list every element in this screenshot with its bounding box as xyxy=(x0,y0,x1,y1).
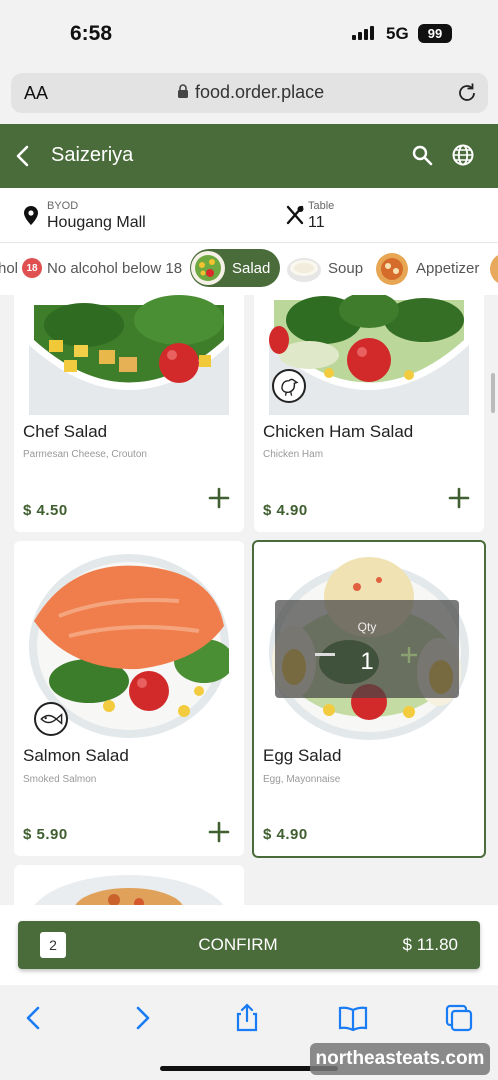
tab-no-alcohol-below-18[interactable]: 18 No alcohol below 18 xyxy=(22,249,182,287)
quantity-value: 1 xyxy=(360,648,374,675)
tab-label: No alcohol below 18 xyxy=(47,259,183,277)
tab-label: Soup xyxy=(328,259,364,277)
location-pin-icon xyxy=(24,206,38,225)
menu-item-card[interactable] xyxy=(14,865,244,905)
menu-item-card[interactable]: Salmon Salad Smoked Salmon $ 5.90 xyxy=(14,541,244,856)
search-icon[interactable] xyxy=(411,144,433,166)
table-label: Table xyxy=(308,200,335,212)
item-name: Chicken Ham Salad xyxy=(263,422,414,441)
text-size-button[interactable]: AA xyxy=(24,83,48,104)
tabs-icon[interactable] xyxy=(443,1002,475,1034)
tab-soup[interactable]: Soup xyxy=(286,249,363,287)
app-header: Saizeriya xyxy=(0,124,498,188)
item-description: Parmesan Cheese, Crouton xyxy=(23,449,147,460)
mode-label: BYOD xyxy=(47,200,79,212)
menu-item-card[interactable]: Chicken Ham Salad Chicken Ham $ 4.90 xyxy=(254,295,484,532)
signal-icon xyxy=(352,26,374,40)
add-icon[interactable] xyxy=(208,821,230,843)
table-number: 11 xyxy=(308,214,325,231)
cart-footer: 2 CONFIRM $ 11.80 xyxy=(0,905,498,985)
cart-total: $ 11.80 xyxy=(402,935,458,954)
browser-back-icon[interactable] xyxy=(18,1002,50,1034)
address-bar[interactable]: AA food.order.place xyxy=(11,73,488,113)
tab-label: Appetizer xyxy=(416,259,480,277)
chicken-icon xyxy=(272,369,306,403)
quantity-stepper[interactable]: Qty 1 xyxy=(275,600,459,698)
location-name: Hougang Mall xyxy=(47,214,146,231)
lock-icon xyxy=(178,84,188,98)
tab-salad[interactable]: Salad xyxy=(190,249,281,287)
item-description: Egg, Mayonnaise xyxy=(263,774,341,785)
utensils-icon xyxy=(286,205,304,225)
item-price: $ 4.50 xyxy=(23,502,68,519)
scrollbar[interactable] xyxy=(491,373,495,413)
age-18-icon: 18 xyxy=(22,258,42,278)
url-text[interactable]: food.order.place xyxy=(195,82,324,103)
category-tabs: hol 18 No alcohol below 18 Salad Soup Ap… xyxy=(0,243,498,295)
confirm-button[interactable]: 2 CONFIRM $ 11.80 xyxy=(18,921,480,969)
item-name: Egg Salad xyxy=(263,746,342,765)
status-time: 6:58 xyxy=(70,22,113,45)
quantity-label: Qty xyxy=(357,620,377,634)
back-arrow-icon[interactable] xyxy=(14,144,32,168)
fish-icon xyxy=(34,702,68,736)
bookmarks-icon[interactable] xyxy=(337,1002,369,1034)
menu-item-card-selected[interactable]: Qty 1 Egg Salad Egg, Mayonnaise $ 4.90 xyxy=(252,540,486,858)
add-icon[interactable] xyxy=(448,487,470,509)
tab-next[interactable] xyxy=(488,249,498,287)
confirm-label: CONFIRM xyxy=(198,935,278,954)
reload-icon[interactable] xyxy=(456,82,478,104)
increase-quantity-button[interactable] xyxy=(399,645,419,665)
network-type: 5G xyxy=(386,24,409,43)
item-description: Chicken Ham xyxy=(263,449,324,460)
item-price: $ 5.90 xyxy=(23,826,68,843)
salad-thumbnail xyxy=(191,251,225,285)
item-name: Salmon Salad xyxy=(23,746,129,765)
menu-item-card[interactable]: Chef Salad Parmesan Cheese, Crouton $ 4.… xyxy=(14,295,244,532)
order-info-bar: BYOD Hougang Mall Table 11 xyxy=(0,188,498,243)
next-item-photo xyxy=(29,865,229,905)
item-price: $ 4.90 xyxy=(263,502,308,519)
battery-icon: 99 xyxy=(418,24,452,43)
watermark: northeasteats.com xyxy=(310,1043,490,1075)
chef-salad-photo xyxy=(29,295,229,415)
soup-thumbnail xyxy=(287,258,321,282)
item-description: Smoked Salmon xyxy=(23,774,97,785)
tab-appetizer[interactable]: Appetizer xyxy=(374,249,479,287)
restaurant-title: Saizeriya xyxy=(51,144,134,166)
item-name: Chef Salad xyxy=(23,422,108,441)
tab-alcohol[interactable]: hol xyxy=(0,249,18,287)
ios-status-bar: 6:58 5G 99 xyxy=(0,0,498,66)
tab-label: Salad xyxy=(232,259,271,277)
menu-list: Chef Salad Parmesan Cheese, Crouton $ 4.… xyxy=(0,295,498,905)
share-icon[interactable] xyxy=(231,1002,263,1034)
browser-forward-icon[interactable] xyxy=(126,1002,158,1034)
item-price: $ 4.90 xyxy=(263,826,308,843)
appetizer-thumbnail xyxy=(376,253,408,285)
add-icon[interactable] xyxy=(208,487,230,509)
tab-label: hol xyxy=(0,259,19,277)
next-category-thumbnail xyxy=(490,255,498,283)
language-globe-icon[interactable] xyxy=(451,143,475,167)
